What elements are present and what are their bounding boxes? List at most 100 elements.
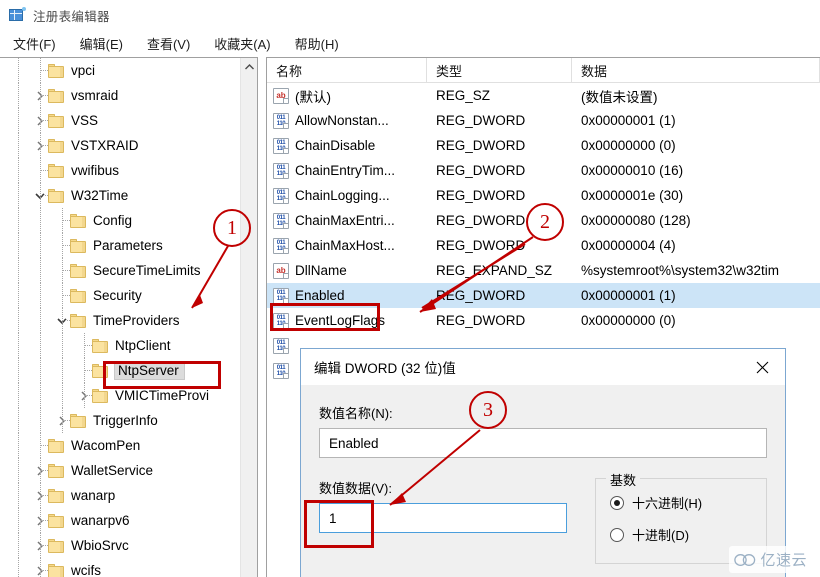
- tree-item-label: VMICTimeProvi: [115, 388, 210, 403]
- folder-icon: [48, 563, 65, 577]
- tree-guide-line: [18, 458, 19, 483]
- tree-item-ntpclient[interactable]: NtpClient: [0, 333, 240, 358]
- tree-item-walletservice[interactable]: WalletService: [0, 458, 240, 483]
- tree-guide-line: [18, 308, 19, 333]
- value-data-cell: 0x00000001 (1): [581, 288, 676, 303]
- value-type-cell: REG_EXPAND_SZ: [436, 263, 553, 278]
- radio-hexadecimal-indicator[interactable]: [610, 495, 624, 510]
- folder-icon: [70, 263, 87, 278]
- tree-scrollbar[interactable]: [240, 58, 257, 577]
- column-header-type[interactable]: 类型: [427, 58, 572, 82]
- menu-item-help[interactable]: 帮助(H): [292, 32, 348, 55]
- close-icon[interactable]: [739, 349, 785, 385]
- tree-item-triggerinfo[interactable]: TriggerInfo: [0, 408, 240, 433]
- table-row[interactable]: 011 110 ChainDisable REG_DWORD 0x00000000 (0…: [267, 133, 820, 158]
- menu-item-file[interactable]: 文件(F): [10, 32, 65, 55]
- tree-item-config[interactable]: Config: [0, 208, 240, 233]
- tree-scrollbar-thumb[interactable]: [242, 76, 257, 196]
- tree-item-label: W32Time: [71, 188, 129, 203]
- value-type-cell: REG_DWORD: [436, 288, 526, 303]
- tree-item-label: TriggerInfo: [93, 413, 158, 428]
- folder-icon: [48, 513, 65, 528]
- tree-guide-line: [18, 433, 19, 458]
- table-row[interactable]: ab (默认) REG_SZ (数值未设置): [267, 83, 820, 108]
- tree-item-vpci[interactable]: vpci: [0, 58, 240, 83]
- cloud-icon: [734, 553, 756, 566]
- window-title: 注册表编辑器: [33, 9, 110, 24]
- value-type-cell: REG_DWORD: [436, 163, 526, 178]
- tree-item-vwifibus[interactable]: vwifibus: [0, 158, 240, 183]
- tree-guide-line: [40, 258, 41, 283]
- tree-item-label: wanarp: [71, 488, 116, 503]
- folder-icon: [70, 413, 87, 428]
- column-header-data[interactable]: 数据: [572, 58, 820, 82]
- tree-item-label: wanarpv6: [71, 513, 130, 528]
- value-name-cell: 011 110 ChainLogging...: [267, 187, 427, 204]
- tree-item-wacompen[interactable]: WacomPen: [0, 433, 240, 458]
- registry-tree[interactable]: vpci vsmraid VSS VSTXRAID vwifibus W32Time Con…: [0, 58, 240, 577]
- tree-guide-line: [40, 333, 41, 358]
- tree-guide-line: [40, 283, 41, 308]
- tree-item-label: WalletService: [71, 463, 154, 478]
- tree-guide-line: [18, 483, 19, 508]
- tree-guide-line: [18, 383, 19, 408]
- value-type-cell: REG_DWORD: [436, 188, 526, 203]
- folder-icon: [70, 313, 87, 328]
- table-row[interactable]: 011 110 ChainEntryTim... REG_DWORD 0x0000001…: [267, 158, 820, 183]
- tree-item-w32time[interactable]: W32Time: [0, 183, 240, 208]
- tree-item-security[interactable]: Security: [0, 283, 240, 308]
- tree-guide-line: [62, 358, 63, 383]
- tree-item-wbiosrvc[interactable]: WbioSrvc: [0, 533, 240, 558]
- value-name-text: DllName: [295, 263, 347, 278]
- value-name-text: Enabled: [295, 288, 345, 303]
- tree-item-vsmraid[interactable]: vsmraid: [0, 83, 240, 108]
- value-name-cell: 011 110 AllowNonstan...: [267, 112, 427, 129]
- menu-item-edit[interactable]: 编辑(E): [77, 32, 132, 55]
- dword-value-icon: 011 110: [273, 187, 289, 204]
- value-name-input[interactable]: Enabled: [319, 428, 767, 458]
- column-header-name[interactable]: 名称: [267, 58, 427, 82]
- annotation-box-value-data: [304, 500, 374, 548]
- tree-item-vstxraid[interactable]: VSTXRAID: [0, 133, 240, 158]
- dword-value-icon: 011 110: [273, 162, 289, 179]
- tree-item-label: vpci: [71, 63, 96, 78]
- value-name-text: ChainLogging...: [295, 188, 390, 203]
- annotation-marker-3: 3: [469, 391, 507, 429]
- table-row[interactable]: 011 110 AllowNonstan... REG_DWORD 0x00000001…: [267, 108, 820, 133]
- folder-icon: [48, 463, 65, 478]
- tree-item-wanarpv6[interactable]: wanarpv6: [0, 508, 240, 533]
- tree-item-securetimelimits[interactable]: SecureTimeLimits: [0, 258, 240, 283]
- menu-item-favorites[interactable]: 收藏夹(A): [211, 32, 279, 55]
- tree-item-wcifs[interactable]: wcifs: [0, 558, 240, 577]
- folder-icon: [48, 438, 65, 453]
- folder-icon: [92, 388, 109, 403]
- value-name-cell: 011 110 ChainDisable: [267, 137, 427, 154]
- menu-item-view[interactable]: 查看(V): [144, 32, 199, 55]
- tree-item-vss[interactable]: VSS: [0, 108, 240, 133]
- folder-icon: [48, 63, 65, 78]
- annotation-marker-2: 2: [526, 203, 564, 241]
- scroll-up-icon[interactable]: [241, 58, 257, 75]
- value-data-cell: 0x00000000 (0): [581, 313, 676, 328]
- value-name-cell: ab (默认): [267, 86, 427, 106]
- dialog-body: 数值名称(N): Enabled 数值数据(V): 1 基数 十六进制(H) 十…: [301, 385, 785, 577]
- folder-icon: [48, 163, 65, 178]
- table-row[interactable]: ab DllName REG_EXPAND_SZ %systemroot%\syste…: [267, 258, 820, 283]
- tree-item-label: WacomPen: [71, 438, 141, 453]
- value-data-cell: 0x00000004 (4): [581, 238, 676, 253]
- value-data-cell: %systemroot%\system32\w32tim: [581, 263, 780, 278]
- value-name-text: ChainMaxEntri...: [295, 213, 395, 228]
- radio-hexadecimal[interactable]: 十六进制(H): [610, 493, 756, 512]
- tree-guide-line: [18, 58, 19, 83]
- radio-decimal[interactable]: 十进制(D): [610, 525, 756, 544]
- value-name-text: ChainEntryTim...: [295, 163, 396, 178]
- value-name-cell: 011 110 ChainEntryTim...: [267, 162, 427, 179]
- folder-icon: [92, 338, 109, 353]
- tree-item-wanarp[interactable]: wanarp: [0, 483, 240, 508]
- tree-item-parameters[interactable]: Parameters: [0, 233, 240, 258]
- tree-item-label: vwifibus: [71, 163, 120, 178]
- tree-item-timeproviders[interactable]: TimeProviders: [0, 308, 240, 333]
- tree-item-label: wcifs: [71, 563, 101, 577]
- radio-decimal-indicator[interactable]: [610, 527, 624, 542]
- value-name-cell: 011 110 ChainMaxEntri...: [267, 212, 427, 229]
